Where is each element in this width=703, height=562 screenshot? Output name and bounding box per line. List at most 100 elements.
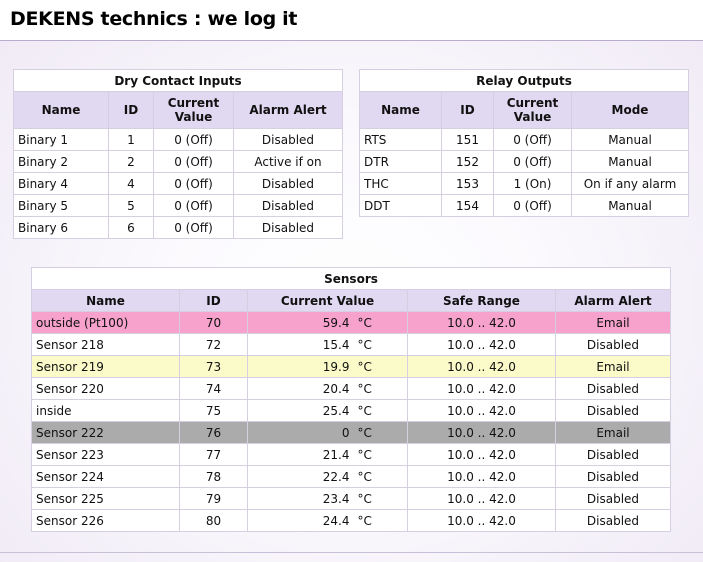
relay-name: DDT: [359, 194, 442, 217]
table-row: Binary 660 (Off) Disabled: [13, 216, 343, 239]
relay-id: 153: [441, 172, 494, 195]
input-id: 1: [108, 128, 154, 151]
input-current-value: 0 (Off): [153, 150, 234, 173]
sensor-current-value: 24.4: [247, 509, 354, 532]
table-caption: Sensors: [31, 267, 671, 290]
column-header-name: Name: [31, 289, 180, 312]
table-row: Sensor 225 79 23.4 °C 10.0 .. 42.0 Disabled: [31, 487, 671, 510]
sensor-alarm-alert: Disabled: [555, 465, 671, 488]
input-alarm-alert: Disabled: [233, 172, 343, 195]
sensor-id: 78: [179, 465, 248, 488]
table-row: Sensor 226 80 24.4 °C 10.0 .. 42.0 Disabled: [31, 509, 671, 532]
page-title: DEKENS technics : we log it: [10, 8, 298, 30]
sensor-name: inside: [31, 399, 180, 422]
sensor-current-value: 23.4: [247, 487, 354, 510]
input-alarm-alert: Disabled: [233, 128, 343, 151]
sensor-alarm-alert: Disabled: [555, 443, 671, 466]
sensor-name: Sensor 223: [31, 443, 180, 466]
sensor-unit: °C: [353, 487, 408, 510]
sensor-unit: °C: [353, 333, 408, 356]
table-row: Sensor 220 74 20.4 °C 10.0 .. 42.0 Disabled: [31, 377, 671, 400]
column-header-name: Name: [359, 91, 442, 129]
sensor-name: outside (Pt100): [31, 311, 180, 334]
column-header-name: Name: [13, 91, 109, 129]
sensor-alarm-alert: Disabled: [555, 377, 671, 400]
table-row: inside 75 25.4 °C 10.0 .. 42.0 Disabled: [31, 399, 671, 422]
relay-id: 154: [441, 194, 494, 217]
sensor-name: Sensor 218: [31, 333, 180, 356]
table-row: Binary 550 (Off) Disabled: [13, 194, 343, 217]
relay-name: RTS: [359, 128, 442, 151]
column-header-current-value: Current Value: [247, 289, 408, 312]
sensor-alarm-alert: Disabled: [555, 487, 671, 510]
table-row: Sensor 224 78 22.4 °C 10.0 .. 42.0 Disabled: [31, 465, 671, 488]
input-name: Binary 2: [13, 150, 109, 173]
input-current-value: 0 (Off): [153, 194, 234, 217]
sensor-safe-range: 10.0 .. 42.0: [407, 443, 556, 466]
input-name: Binary 5: [13, 194, 109, 217]
input-id: 6: [108, 216, 154, 239]
sensor-name: Sensor 222: [31, 421, 180, 444]
column-header-id: ID: [441, 91, 494, 129]
sensor-alarm-alert: Disabled: [555, 399, 671, 422]
table-row: DDT 154 0 (Off) Manual: [359, 194, 689, 217]
sensor-current-value: 19.9: [247, 355, 354, 378]
table-row: Binary 110 (Off) Disabled: [13, 128, 343, 151]
sensor-unit: °C: [353, 355, 408, 378]
relay-outputs-table: Relay Outputs Name ID Current Value Mode …: [359, 69, 689, 217]
sensor-alarm-alert: Email: [555, 311, 671, 334]
sensor-safe-range: 10.0 .. 42.0: [407, 355, 556, 378]
sensor-unit: °C: [353, 377, 408, 400]
relay-name: THC: [359, 172, 442, 195]
relay-mode: Manual: [571, 194, 689, 217]
sensor-id: 72: [179, 333, 248, 356]
column-header-current-value: Current Value: [493, 91, 572, 129]
input-name: Binary 1: [13, 128, 109, 151]
relay-mode: Manual: [571, 128, 689, 151]
sensor-safe-range: 10.0 .. 42.0: [407, 399, 556, 422]
column-header-id: ID: [108, 91, 154, 129]
table-row: Binary 440 (Off) Disabled: [13, 172, 343, 195]
sensor-id: 76: [179, 421, 248, 444]
sensors-table: Sensors Name ID Current Value Safe Range…: [31, 267, 671, 532]
sensor-id: 80: [179, 509, 248, 532]
table-row: THC 153 1 (On) On if any alarm: [359, 172, 689, 195]
input-id: 4: [108, 172, 154, 195]
table-row: Sensor 218 72 15.4 °C 10.0 .. 42.0 Disabled: [31, 333, 671, 356]
input-alarm-alert: Disabled: [233, 194, 343, 217]
sensor-current-value: 25.4: [247, 399, 354, 422]
footer-divider: [0, 552, 703, 553]
sensor-id: 70: [179, 311, 248, 334]
sensor-unit: °C: [353, 443, 408, 466]
sensor-alarm-alert: Disabled: [555, 333, 671, 356]
sensor-current-value: 21.4: [247, 443, 354, 466]
sensor-name: Sensor 225: [31, 487, 180, 510]
relay-name: DTR: [359, 150, 442, 173]
relay-current-value: 0 (Off): [493, 194, 572, 217]
column-header-alarm-alert: Alarm Alert: [555, 289, 671, 312]
sensor-name: Sensor 224: [31, 465, 180, 488]
sensor-id: 75: [179, 399, 248, 422]
dry-contact-inputs-table: Dry Contact Inputs Name ID Current Value …: [13, 69, 343, 239]
input-current-value: 0 (Off): [153, 128, 234, 151]
sensor-unit: °C: [353, 311, 408, 334]
sensor-unit: °C: [353, 399, 408, 422]
sensor-safe-range: 10.0 .. 42.0: [407, 333, 556, 356]
table-row: DTR 152 0 (Off) Manual: [359, 150, 689, 173]
input-name: Binary 4: [13, 172, 109, 195]
table-row: Sensor 219 73 19.9 °C 10.0 .. 42.0 Email: [31, 355, 671, 378]
sensor-alarm-alert: Email: [555, 421, 671, 444]
sensor-current-value: 15.4: [247, 333, 354, 356]
sensor-id: 77: [179, 443, 248, 466]
sensor-current-value: 22.4: [247, 465, 354, 488]
table-row: Sensor 223 77 21.4 °C 10.0 .. 42.0 Disabled: [31, 443, 671, 466]
sensor-safe-range: 10.0 .. 42.0: [407, 421, 556, 444]
sensor-id: 79: [179, 487, 248, 510]
sensor-alarm-alert: Email: [555, 355, 671, 378]
column-header-alarm-alert: Alarm Alert: [233, 91, 343, 129]
relay-current-value: 0 (Off): [493, 150, 572, 173]
input-id: 2: [108, 150, 154, 173]
relay-id: 152: [441, 150, 494, 173]
relay-mode: Manual: [571, 150, 689, 173]
sensor-name: Sensor 219: [31, 355, 180, 378]
